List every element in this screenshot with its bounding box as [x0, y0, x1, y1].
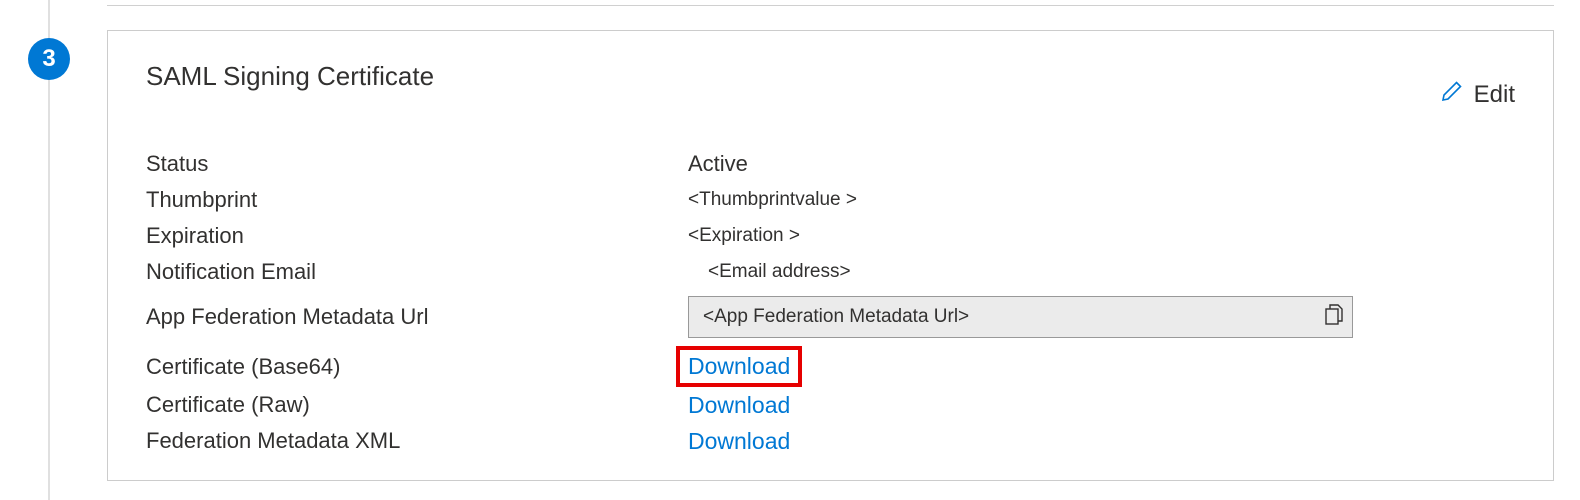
- metadata-url-row: App Federation Metadata Url: [146, 296, 1515, 338]
- thumbprint-value: <Thumbprintvalue >: [688, 189, 857, 211]
- step-number-badge: 3: [28, 38, 70, 80]
- card-header: SAML Signing Certificate Edit: [146, 61, 1515, 110]
- edit-button[interactable]: Edit: [1440, 79, 1515, 110]
- notification-email-row: Notification Email <Email address>: [146, 254, 1515, 290]
- cert-raw-label: Certificate (Raw): [146, 392, 688, 418]
- cert-base64-label: Certificate (Base64): [146, 354, 688, 380]
- cert-base64-download-link[interactable]: Download: [676, 346, 802, 387]
- notification-email-value: <Email address>: [708, 261, 851, 283]
- status-row: Status Active: [146, 146, 1515, 182]
- notification-email-label: Notification Email: [146, 259, 688, 285]
- card-title: SAML Signing Certificate: [146, 61, 434, 92]
- top-divider: [107, 0, 1554, 6]
- step-line-top: [48, 0, 50, 38]
- expiration-label: Expiration: [146, 223, 688, 249]
- thumbprint-row: Thumbprint <Thumbprintvalue >: [146, 182, 1515, 218]
- metadata-url-field-wrap: [688, 296, 1353, 338]
- copy-icon[interactable]: [1324, 304, 1344, 331]
- saml-certificate-card: SAML Signing Certificate Edit Status Act…: [107, 30, 1554, 481]
- fed-metadata-xml-label: Federation Metadata XML: [146, 428, 688, 454]
- cert-raw-row: Certificate (Raw) Download: [146, 387, 1515, 423]
- fed-metadata-xml-row: Federation Metadata XML Download: [146, 423, 1515, 459]
- metadata-url-input[interactable]: [703, 306, 1324, 328]
- metadata-url-label: App Federation Metadata Url: [146, 304, 688, 330]
- fed-metadata-xml-download-link[interactable]: Download: [688, 428, 790, 455]
- step-line-bottom: [48, 80, 50, 500]
- expiration-row: Expiration <Expiration >: [146, 218, 1515, 254]
- cert-raw-download-link[interactable]: Download: [688, 392, 790, 419]
- status-label: Status: [146, 151, 688, 177]
- cert-base64-row: Certificate (Base64) Download: [146, 346, 1515, 387]
- edit-label: Edit: [1474, 81, 1515, 109]
- pencil-icon: [1440, 79, 1464, 110]
- thumbprint-label: Thumbprint: [146, 187, 688, 213]
- status-value: Active: [688, 151, 748, 177]
- expiration-value: <Expiration >: [688, 225, 800, 247]
